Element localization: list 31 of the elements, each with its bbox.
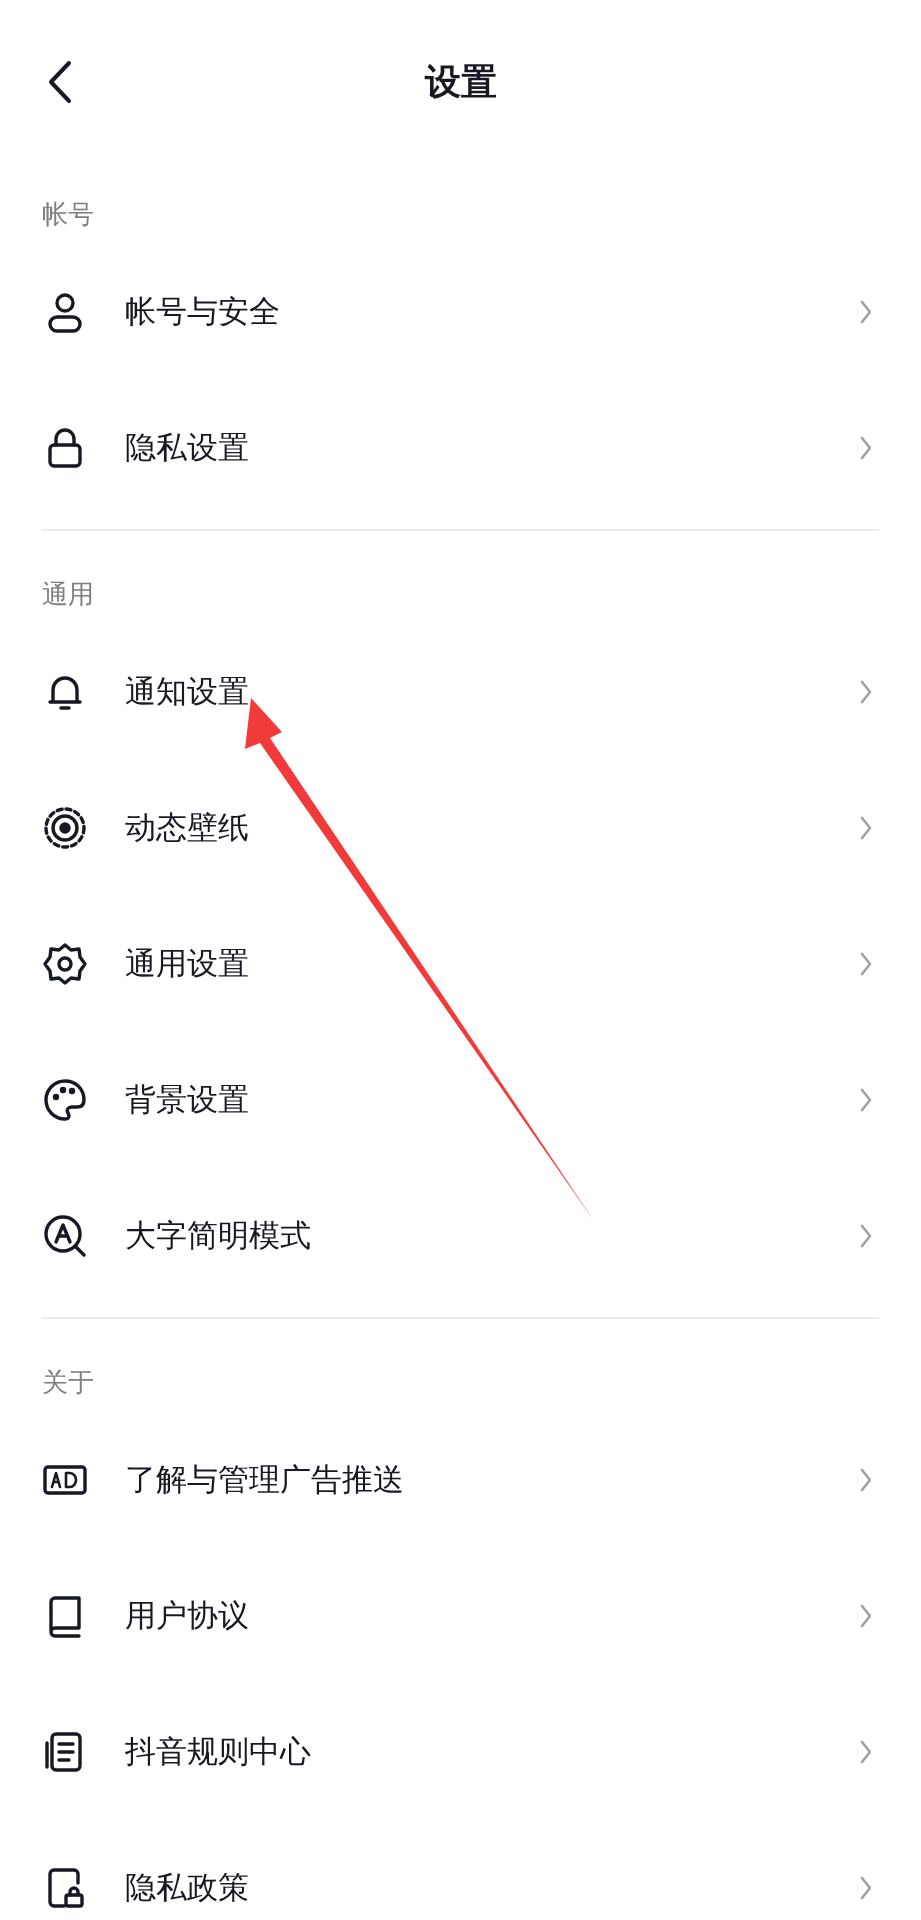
settings-icon: [42, 941, 88, 987]
page-title: 设置: [424, 59, 497, 104]
section-label: 关于: [41, 1366, 95, 1399]
section-label: 通用: [41, 578, 95, 611]
settings-item[interactable]: 用户协议: [0, 1548, 921, 1684]
chevron-icon: [859, 299, 873, 325]
back-icon[interactable]: [47, 60, 73, 104]
settings-item[interactable]: 通知设置: [0, 624, 921, 760]
settings-item[interactable]: 抖音规则中心: [0, 1684, 921, 1820]
settings-item[interactable]: 隐私政策: [0, 1820, 921, 1920]
settings-item[interactable]: 通用设置: [0, 896, 921, 1032]
chevron-icon: [859, 1875, 873, 1901]
chevron-icon: [859, 1603, 873, 1629]
settings-item[interactable]: 大字简明模式: [0, 1168, 921, 1304]
settings-item[interactable]: 隐私设置: [0, 380, 921, 516]
settings-item[interactable]: 帐号与安全: [0, 244, 921, 380]
dashed-circle-icon: [42, 805, 88, 851]
chevron-icon: [859, 1223, 873, 1249]
chevron-icon: [859, 1087, 873, 1113]
settings-item[interactable]: 了解与管理广告推送: [0, 1412, 921, 1548]
chevron-icon: [859, 1467, 873, 1493]
letter-search-icon: [42, 1213, 88, 1259]
palette-icon: [42, 1077, 88, 1123]
settings-item[interactable]: 动态壁纸: [0, 760, 921, 896]
section-label: 帐号: [41, 198, 95, 231]
chevron-icon: [859, 1739, 873, 1765]
chevron-icon: [859, 435, 873, 461]
chevron-icon: [859, 679, 873, 705]
chevron-icon: [859, 951, 873, 977]
settings-item[interactable]: 背景设置: [0, 1032, 921, 1168]
chevron-icon: [859, 815, 873, 841]
